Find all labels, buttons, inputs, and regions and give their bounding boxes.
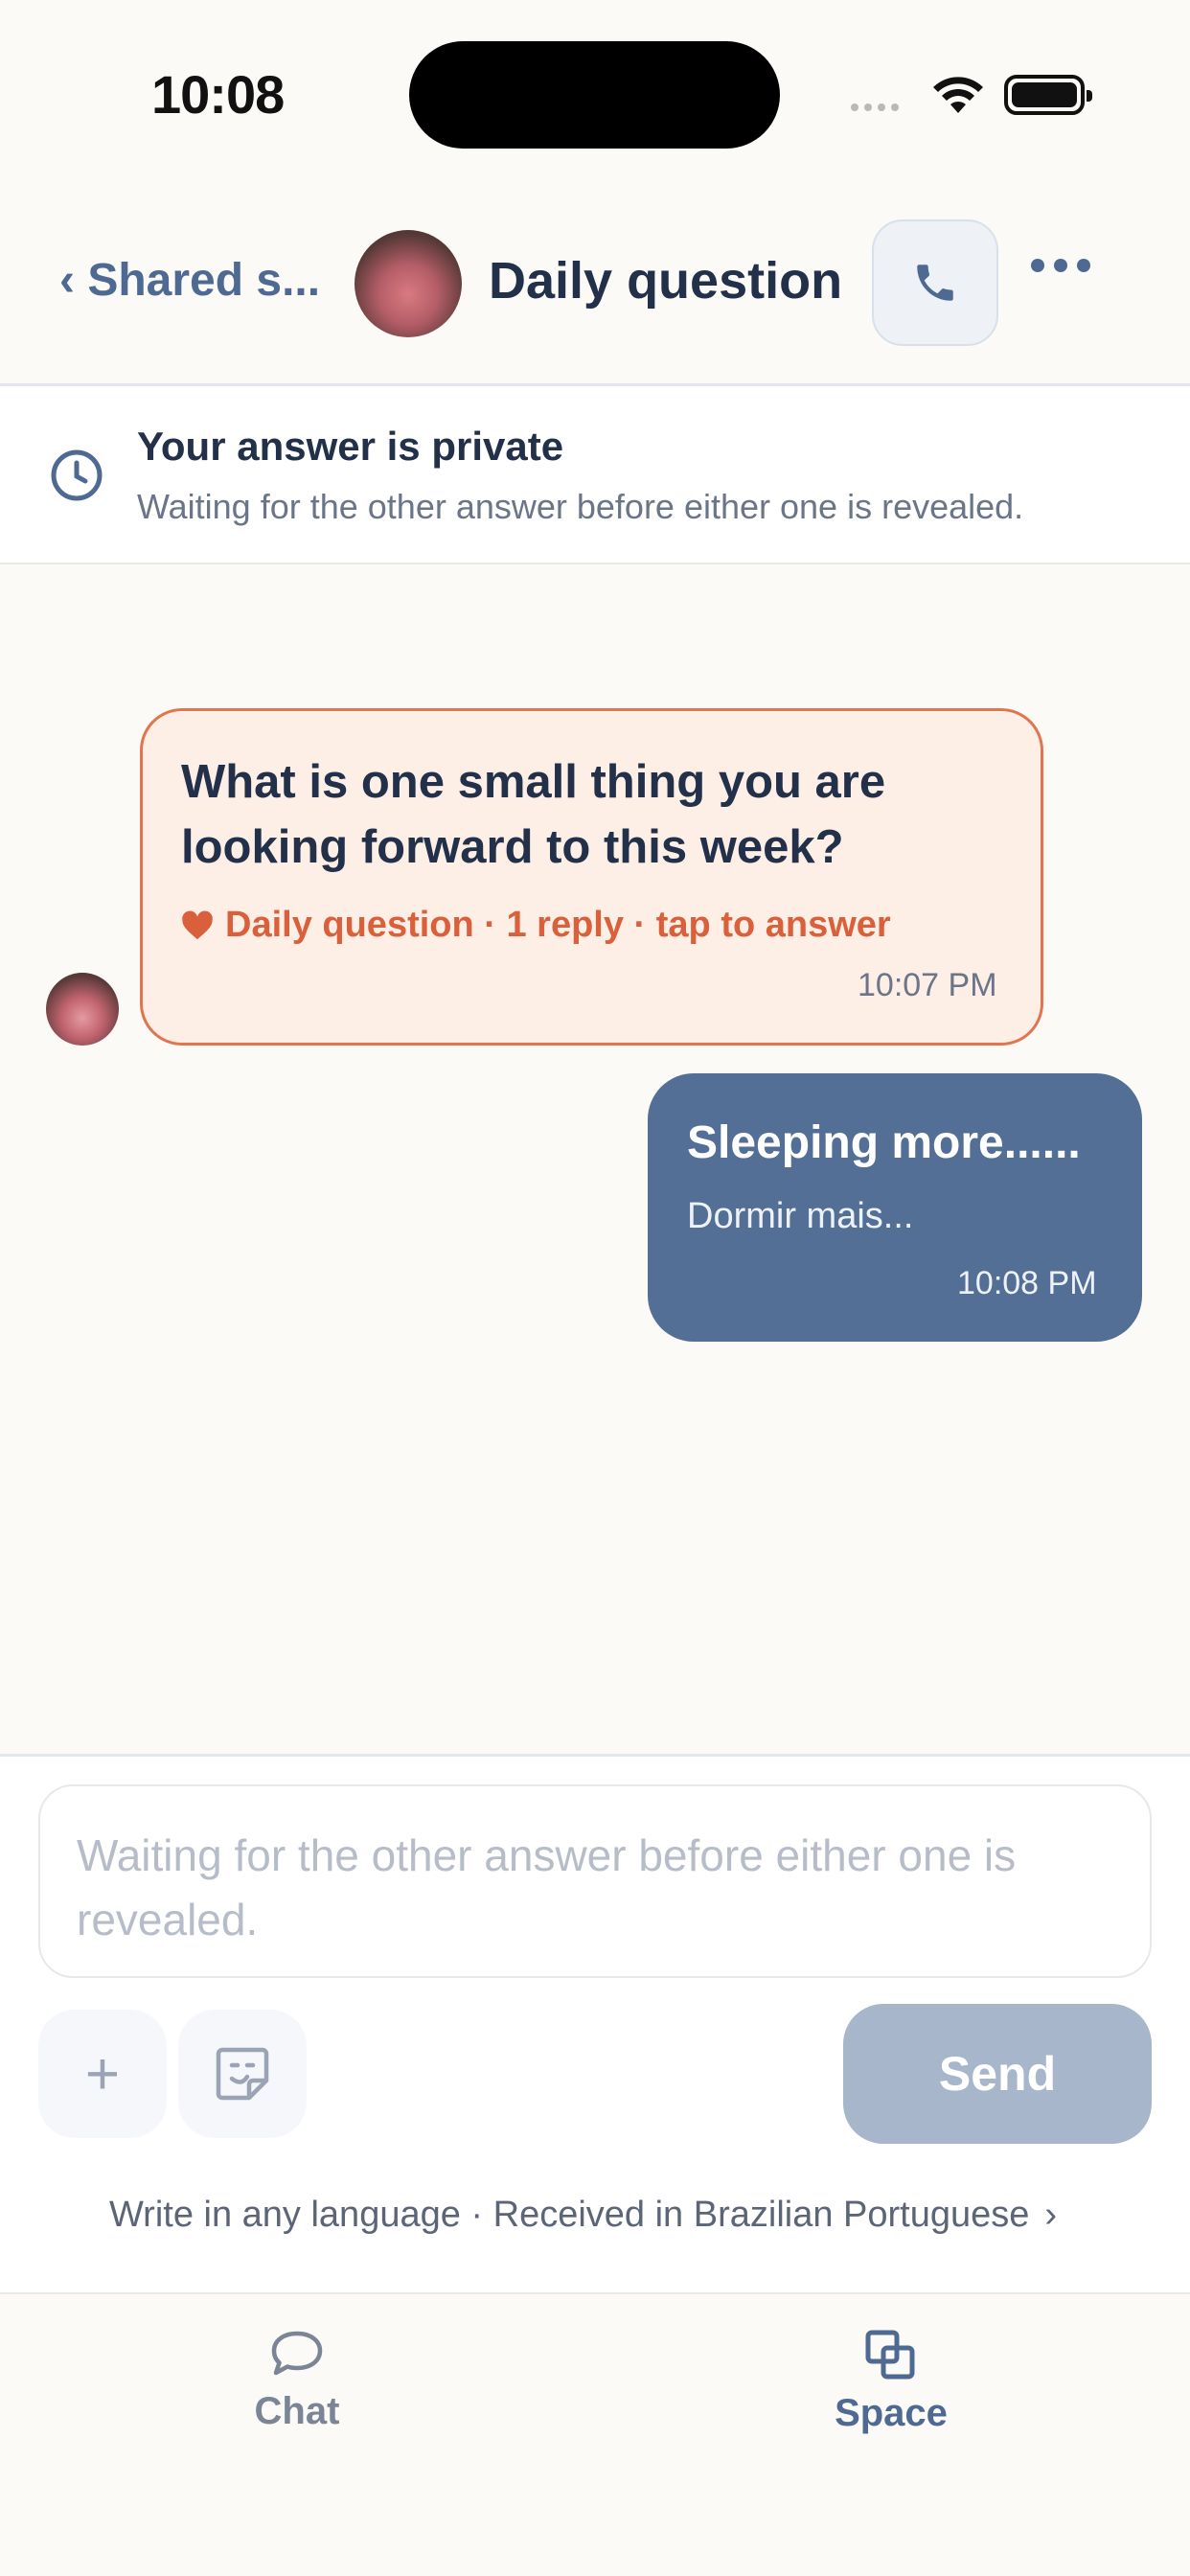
battery-icon — [1004, 75, 1092, 115]
chevron-right-icon: › — [1044, 2195, 1058, 2235]
header-avatar[interactable] — [355, 230, 462, 337]
banner-title: Your answer is private — [137, 424, 564, 469]
question-text: What is one small thing you are looking … — [181, 756, 886, 873]
dynamic-island — [409, 41, 780, 149]
space-squares-icon — [865, 2330, 915, 2380]
tab-space[interactable]: Space — [805, 2329, 977, 2435]
chat-bubble-icon — [271, 2331, 323, 2376]
answer-translation: Dormir mais... — [687, 1196, 914, 1236]
tab-space-label: Space — [835, 2392, 948, 2434]
question-meta-label: Daily question · 1 reply · tap to answer — [225, 905, 891, 945]
sender-avatar[interactable] — [46, 973, 119, 1046]
question-meta[interactable]: Daily question · 1 reply · tap to answer — [181, 905, 891, 946]
privacy-banner — [0, 386, 1190, 564]
clock-icon — [50, 448, 103, 507]
phone-icon — [917, 264, 953, 301]
sticker-icon — [216, 2047, 269, 2101]
page-title: Daily question — [489, 252, 843, 310]
banner-subtitle: Waiting for the other answer before eith… — [137, 487, 1024, 526]
question-timestamp: 10:07 PM — [858, 967, 997, 1003]
answer-timestamp: 10:08 PM — [957, 1265, 1097, 1301]
add-attachment-button[interactable]: + — [38, 2010, 167, 2138]
call-button[interactable] — [872, 219, 998, 346]
status-time: 10:08 — [151, 64, 285, 125]
message-input-placeholder: Waiting for the other answer before eith… — [77, 1830, 1017, 1944]
back-button[interactable]: ‹ Shared s... — [59, 254, 320, 307]
answer-text: Sleeping more...... — [687, 1117, 1081, 1168]
tab-chat[interactable]: Chat — [211, 2329, 383, 2433]
language-note-text: Write in any language · Received in Braz… — [109, 2195, 1030, 2235]
more-options-icon[interactable] — [1031, 259, 1090, 272]
tabbar-divider — [0, 2292, 1190, 2294]
sticker-button[interactable] — [178, 2010, 307, 2138]
wifi-icon — [931, 75, 985, 120]
heart-icon — [182, 910, 213, 939]
cellular-signal-icon — [851, 104, 899, 111]
tab-chat-label: Chat — [254, 2390, 340, 2432]
send-button[interactable]: Send — [843, 2004, 1152, 2144]
language-setting-link[interactable]: Write in any language · Received in Braz… — [109, 2195, 1057, 2236]
